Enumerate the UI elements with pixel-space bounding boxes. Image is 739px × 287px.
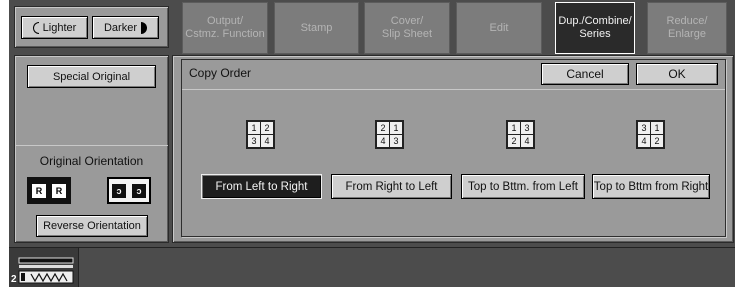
order-cell: 3	[521, 122, 533, 134]
special-original-label: Special Original	[52, 70, 131, 83]
readable-orientation-icon: R	[32, 183, 46, 198]
option-label: From Left to Right	[215, 180, 308, 193]
tab-label-line-1: Reduce/	[666, 15, 708, 27]
tab-reduce-enlarge[interactable]: Reduce/Enlarge	[647, 2, 727, 54]
copy-order-title: Copy Order	[189, 66, 252, 80]
order-diagram-top-to-bottom-right: 3 1 4 2	[636, 120, 665, 149]
order-cell: 2	[508, 135, 520, 147]
paper-tray-icon	[18, 257, 74, 284]
status-divider	[9, 247, 735, 248]
from-right-to-left-button[interactable]: From Right to Left	[331, 174, 452, 199]
order-cell: 4	[377, 135, 389, 147]
cancel-button[interactable]: Cancel	[541, 63, 629, 85]
lighter-icon	[32, 21, 39, 34]
tab-dup-combine-series[interactable]: Dup./Combine/Series	[555, 2, 635, 54]
lighter-label: Lighter	[42, 21, 77, 34]
order-cell: 3	[638, 122, 650, 134]
tab-cover-slip-sheet[interactable]: Cover/Slip Sheet	[364, 2, 450, 54]
ok-button[interactable]: OK	[636, 63, 718, 85]
option-label: Top to Bttm. from Left	[468, 180, 578, 193]
tab-label-line-1: Output/	[206, 15, 244, 27]
tab-output-customize[interactable]: Output/Cstmz. Function	[182, 2, 268, 54]
reverse-orientation-label: Reverse Orientation	[43, 220, 141, 232]
tab-label-line-1: Dup./Combine/	[558, 15, 632, 27]
tab-label-line-2: Cstmz. Function	[185, 28, 265, 40]
top-to-bottom-from-left-button[interactable]: Top to Bttm. from Left	[461, 174, 585, 199]
order-cell: 2	[261, 122, 273, 134]
reverse-orientation-button[interactable]: Reverse Orientation	[36, 215, 148, 237]
unreadable-orientation-icon-2: ɔ	[132, 183, 146, 198]
order-diagram-left-to-right: 1 2 3 4	[246, 120, 275, 149]
ok-label: OK	[668, 67, 686, 81]
order-cell: 2	[651, 135, 663, 147]
tab-label-line-2: Slip Sheet	[381, 28, 433, 40]
tab-label-line-1: Cover/	[390, 15, 424, 27]
cancel-label: Cancel	[566, 67, 604, 81]
panel-divider	[15, 145, 168, 146]
order-cell: 1	[248, 122, 260, 134]
darker-icon	[141, 21, 147, 34]
order-cell: 3	[390, 135, 402, 147]
tab-label-line-1: Stamp	[300, 21, 333, 34]
readable-orientation-icon-2: R	[52, 183, 66, 198]
order-cell: 1	[651, 122, 663, 134]
special-original-button[interactable]: Special Original	[27, 65, 156, 88]
orientation-title: Original Orientation	[39, 154, 144, 168]
orientation-option-2[interactable]: ɔ ɔ	[107, 177, 151, 204]
lighter-button[interactable]: Lighter	[21, 16, 88, 39]
order-diagram-right-to-left: 2 1 4 3	[375, 120, 404, 149]
order-diagram-top-to-bottom-left: 1 3 2 4	[506, 120, 535, 149]
order-cell: 2	[377, 122, 389, 134]
tray-number: 2	[11, 274, 17, 285]
tab-stamp[interactable]: Stamp	[274, 2, 359, 54]
tab-edit[interactable]: Edit	[456, 2, 542, 54]
order-cell: 4	[261, 135, 273, 147]
order-cell: 4	[521, 135, 533, 147]
option-label: Top to Bttm from Right	[593, 180, 709, 193]
option-label: From Right to Left	[345, 180, 438, 193]
order-cell: 1	[508, 122, 520, 134]
tab-label-line-2: Series	[579, 28, 611, 40]
darker-label: Darker	[103, 21, 137, 34]
darker-button[interactable]: Darker	[92, 16, 159, 39]
tab-label-line-1: Edit	[489, 21, 509, 34]
unreadable-orientation-icon: ɔ	[112, 183, 126, 198]
order-cell: 3	[248, 135, 260, 147]
paper-tray-status: 2	[9, 248, 79, 287]
orientation-option-1[interactable]: R R	[27, 177, 71, 204]
order-cell: 1	[390, 122, 402, 134]
tab-label-line-2: Enlarge	[668, 28, 706, 40]
order-cell: 4	[638, 135, 650, 147]
top-to-bottom-from-right-button[interactable]: Top to Bttm from Right	[592, 174, 710, 199]
copier-screen: Lighter Darker Special Original Original…	[9, 0, 735, 287]
title-divider	[182, 89, 725, 90]
from-left-to-right-button[interactable]: From Left to Right	[201, 174, 322, 199]
